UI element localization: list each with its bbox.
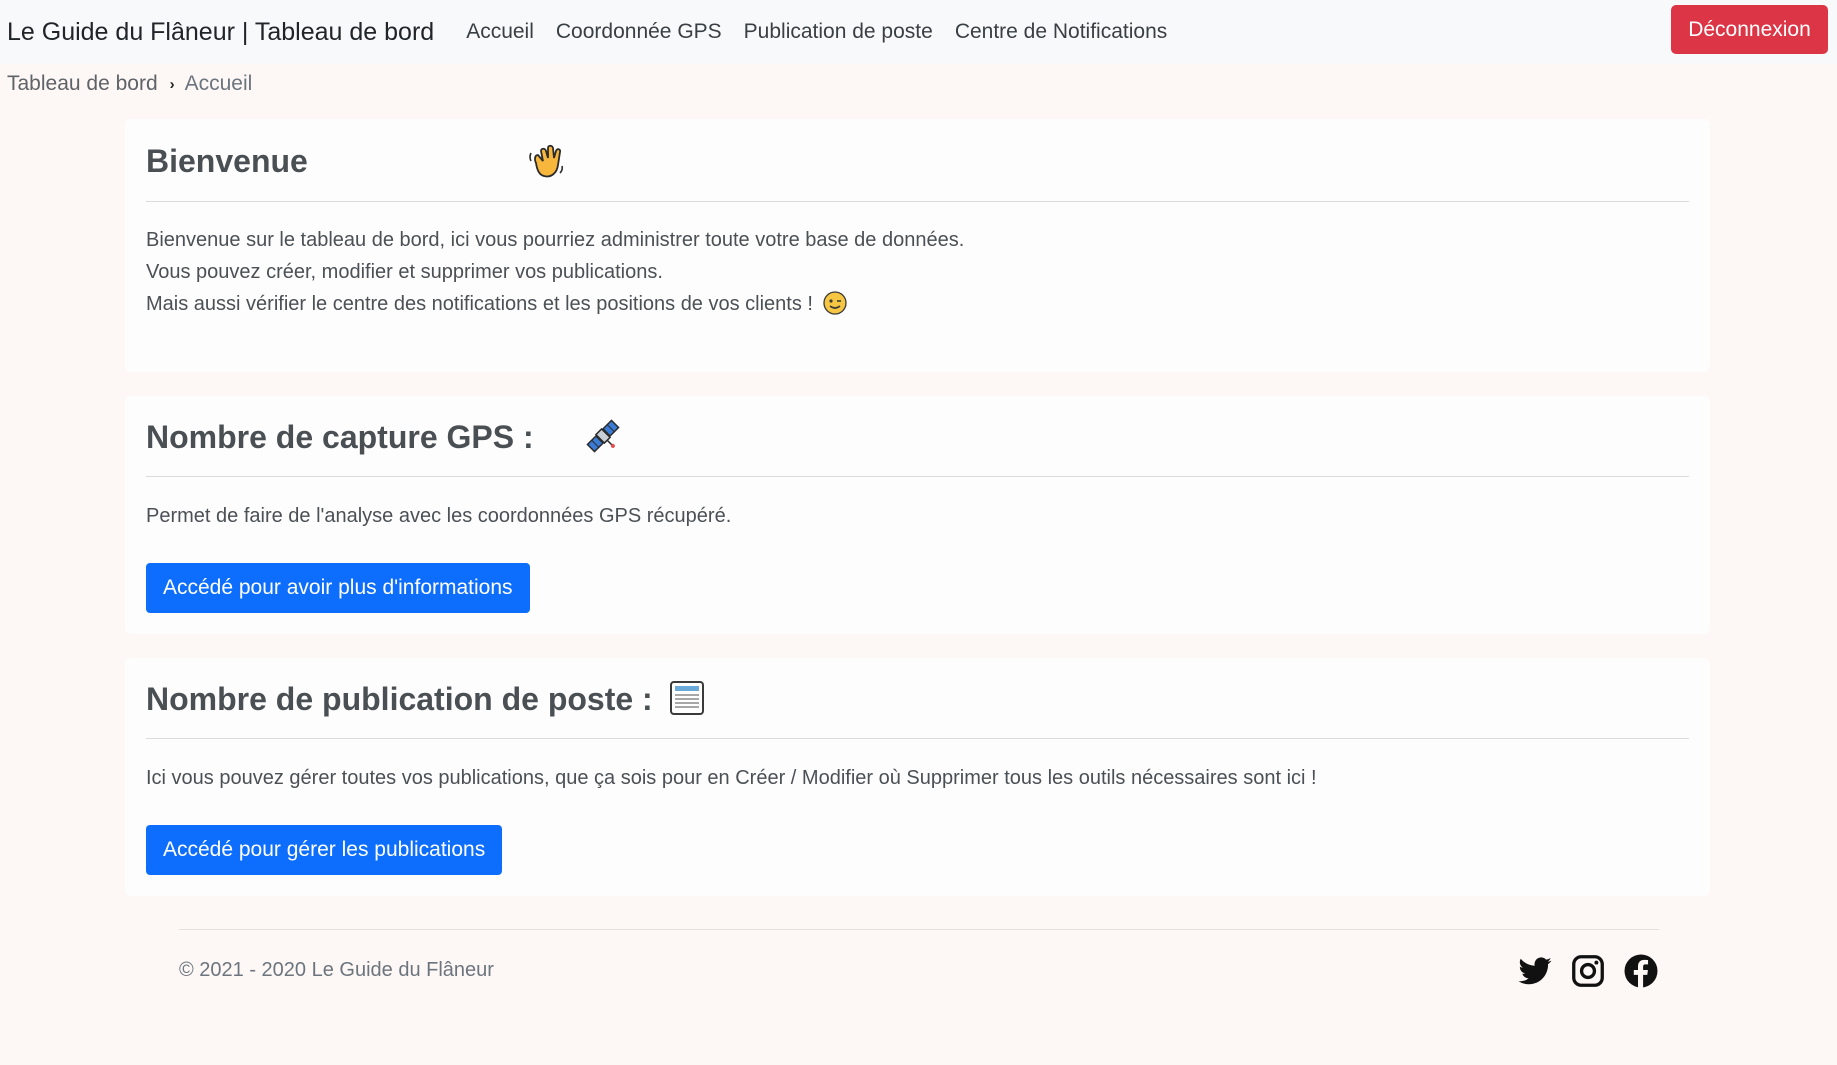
breadcrumb-root[interactable]: Tableau de bord xyxy=(7,72,158,96)
nav-link-notifications[interactable]: Centre de Notifications xyxy=(955,20,1167,44)
gps-title: Nombre de capture GPS : xyxy=(146,419,534,455)
breadcrumb: Tableau de bord › Accueil xyxy=(7,70,252,98)
facebook-icon[interactable] xyxy=(1623,953,1659,989)
gps-description: Permet de faire de l'analyse avec les co… xyxy=(146,505,732,527)
gps-divider xyxy=(146,476,1689,477)
winking-face-icon xyxy=(822,291,847,315)
posts-title: Nombre de publication de poste : xyxy=(146,681,653,717)
welcome-divider xyxy=(146,201,1689,202)
welcome-line-3: Mais aussi vérifier le centre des notifi… xyxy=(146,288,847,320)
welcome-line-1: Bienvenue sur le tableau de bord, ici vo… xyxy=(146,229,965,251)
newspaper-icon xyxy=(670,681,704,715)
satellite-icon xyxy=(586,419,620,453)
footer-copyright: © 2021 - 2020 Le Guide du Flâneur xyxy=(179,959,494,981)
footer-divider xyxy=(179,929,1659,930)
nav-link-gps[interactable]: Coordonnée GPS xyxy=(556,20,722,44)
breadcrumb-current: Accueil xyxy=(184,72,253,95)
posts-description: Ici vous pouvez gérer toutes vos publica… xyxy=(146,767,1317,789)
nav-links: Accueil Coordonnée GPS Publication de po… xyxy=(466,20,1189,44)
gps-card: Nombre de capture GPS : Permet de faire … xyxy=(125,396,1710,634)
chevron-right-icon: › xyxy=(169,75,175,93)
twitter-icon[interactable] xyxy=(1517,953,1553,989)
nav-link-accueil[interactable]: Accueil xyxy=(466,20,534,44)
nav-link-publication[interactable]: Publication de poste xyxy=(744,20,933,44)
logout-button[interactable]: Déconnexion xyxy=(1671,5,1828,54)
welcome-card: Bienvenue Bienvenue sur le tableau de bo… xyxy=(125,119,1710,372)
posts-divider xyxy=(146,738,1689,739)
instagram-icon[interactable] xyxy=(1570,953,1606,989)
welcome-title: Bienvenue xyxy=(146,143,308,179)
waving-hand-icon xyxy=(529,144,564,178)
top-navbar: Le Guide du Flâneur | Tableau de bord Ac… xyxy=(0,0,1837,64)
gps-more-info-button[interactable]: Accédé pour avoir plus d'informations xyxy=(146,563,530,613)
posts-card: Nombre de publication de poste : Ici vou… xyxy=(125,658,1710,896)
welcome-line-2: Vous pouvez créer, modifier et supprimer… xyxy=(146,261,663,283)
welcome-line-3-text: Mais aussi vérifier le centre des notifi… xyxy=(146,293,813,315)
manage-publications-button[interactable]: Accédé pour gérer les publications xyxy=(146,825,503,875)
brand-title[interactable]: Le Guide du Flâneur | Tableau de bord xyxy=(7,18,434,47)
